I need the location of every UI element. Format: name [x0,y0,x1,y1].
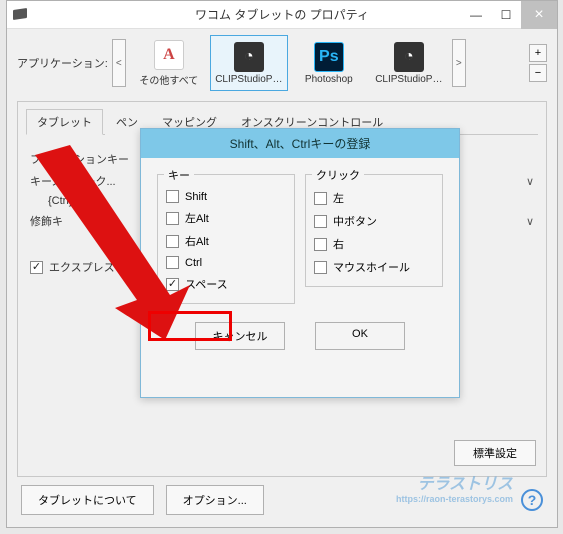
shift-checkbox[interactable] [166,190,179,203]
app-clip-icon: ◔ [234,42,264,72]
maximize-button[interactable]: ☐ [491,1,521,29]
window-title: ワコム タブレットの プロパティ [195,6,369,23]
app-item-other[interactable]: A その他すべて [130,35,208,91]
app-ps-icon: Ps [314,42,344,72]
express-view-checkbox[interactable] [30,261,43,274]
tab-tablet[interactable]: タブレット [26,109,103,135]
apps-scroll-left[interactable]: < [112,39,126,87]
app-icon [13,8,27,20]
help-icon[interactable]: ? [521,489,543,511]
options-button[interactable]: オプション... [166,485,264,515]
close-button[interactable]: × [521,1,557,29]
chevron-down-icon: ∨ [526,175,534,188]
key-group: キー Shift 左Alt 右Alt Ctrl スペース [157,174,295,304]
middle-click-checkbox[interactable] [314,215,327,228]
application-label: アプリケーション: [17,55,108,71]
chevron-down-icon: ∨ [526,215,534,228]
left-click-checkbox[interactable] [314,192,327,205]
express-view-label: エクスプレスビ [49,259,126,275]
wheel-checkbox[interactable] [314,261,327,274]
app-item-photoshop[interactable]: Ps Photoshop [290,35,368,91]
apps-scroll-right[interactable]: > [452,39,466,87]
app-remove-button[interactable]: − [529,64,547,82]
space-checkbox[interactable] [166,278,179,291]
right-click-checkbox[interactable] [314,238,327,251]
titlebar: ワコム タブレットの プロパティ — ☐ × [7,1,557,29]
ok-button[interactable]: OK [315,322,405,350]
lalt-checkbox[interactable] [166,212,179,225]
dialog-title: Shift、Alt、Ctrlキーの登録 [141,129,459,158]
app-other-icon: A [154,40,184,70]
default-button[interactable]: 標準設定 [454,440,536,466]
cancel-button[interactable]: キャンセル [195,322,285,350]
watermark: テラストリス https://raon-terastorys.com [396,470,513,504]
modifier-dialog: Shift、Alt、Ctrlキーの登録 キー Shift 左Alt 右Alt C… [140,128,460,398]
app-clip2-icon: ◔ [394,42,424,72]
application-row: アプリケーション: < A その他すべて ◔ CLIPStudioP… Ps P… [7,29,557,97]
app-item-clipstudio-2[interactable]: ◔ CLIPStudioP… [370,35,448,91]
about-tablet-button[interactable]: タブレットについて [21,485,154,515]
click-group: クリック 左 中ボタン 右 マウスホイール [305,174,443,287]
app-add-button[interactable]: + [529,44,547,62]
minimize-button[interactable]: — [461,1,491,29]
ralt-checkbox[interactable] [166,235,179,248]
app-item-clipstudio[interactable]: ◔ CLIPStudioP… [210,35,288,91]
ctrl-checkbox[interactable] [166,256,179,269]
